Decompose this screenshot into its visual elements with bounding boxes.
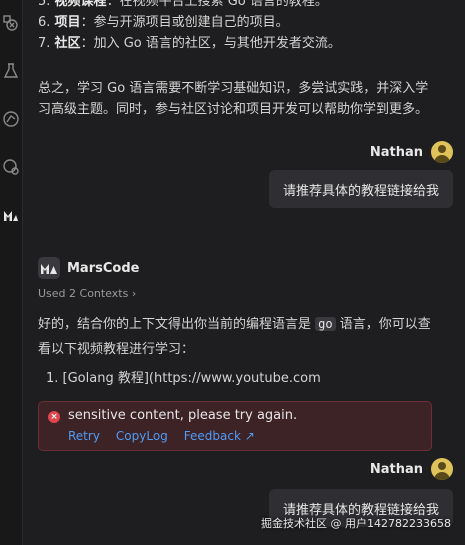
copylog-button[interactable]: CopyLog <box>116 429 168 443</box>
list-item: 6. 项目：参与开源项目或创建自己的项目。 <box>38 15 289 30</box>
error-icon: × <box>48 411 60 423</box>
inline-code: go <box>315 317 336 331</box>
watermark: 掘金技术社区 @ 用户142782233658 <box>261 517 451 530</box>
bot-header: MarsCode <box>38 257 139 279</box>
bot-name: MarsCode <box>67 260 140 276</box>
chat-panel: 5. 视频课程：在视频平台上搜索 Go 语言的教程。 6. 项目：参与开源项目或… <box>22 0 465 545</box>
user-name: Nathan <box>369 461 423 477</box>
summary-paragraph: 总之，学习 Go 语言需要不断学习基础知识，多尝试实践，并深入学习高级主题。同时… <box>38 81 429 117</box>
bot-reply: 好的，结合你的上下文得出你当前的编程语言是 go 语言，你可以查看以下视频教程进… <box>38 317 431 357</box>
avatar <box>431 141 453 163</box>
extensions-icon[interactable] <box>2 14 20 32</box>
user-message-bubble: 请推荐具体的教程链接给我 <box>268 170 453 208</box>
user-name: Nathan <box>369 144 423 160</box>
chevron-right-icon: › <box>131 287 137 300</box>
contexts-toggle[interactable]: Used 2 Contexts › <box>38 287 136 300</box>
error-banner: × sensitive content, please try again. R… <box>38 401 432 451</box>
remote-explorer-icon[interactable] <box>2 158 20 176</box>
retry-button[interactable]: Retry <box>68 429 100 443</box>
testing-icon[interactable] <box>2 62 20 80</box>
learning-steps-list: 5. 视频课程：在视频平台上搜索 Go 语言的教程。 6. 项目：参与开源项目或… <box>38 0 341 54</box>
source-control-icon[interactable] <box>2 110 20 128</box>
user-header: Nathan <box>370 140 453 164</box>
user-header: Nathan <box>370 457 453 481</box>
error-message: sensitive content, please try again. <box>68 408 298 423</box>
marscode-icon[interactable] <box>2 206 20 224</box>
avatar <box>431 458 453 480</box>
tutorial-list-item: 1. [Golang 教程](https://www.youtube.com <box>46 371 321 386</box>
list-item: 5. 视频课程：在视频平台上搜索 Go 语言的教程。 <box>38 0 328 9</box>
list-item: 7. 社区：加入 Go 语言的社区，与其他开发者交流。 <box>38 36 341 51</box>
marscode-logo-icon <box>38 257 60 279</box>
feedback-button[interactable]: Feedback ↗ <box>184 429 255 443</box>
activity-bar <box>0 0 23 545</box>
contexts-label: Used 2 Contexts <box>38 287 129 300</box>
